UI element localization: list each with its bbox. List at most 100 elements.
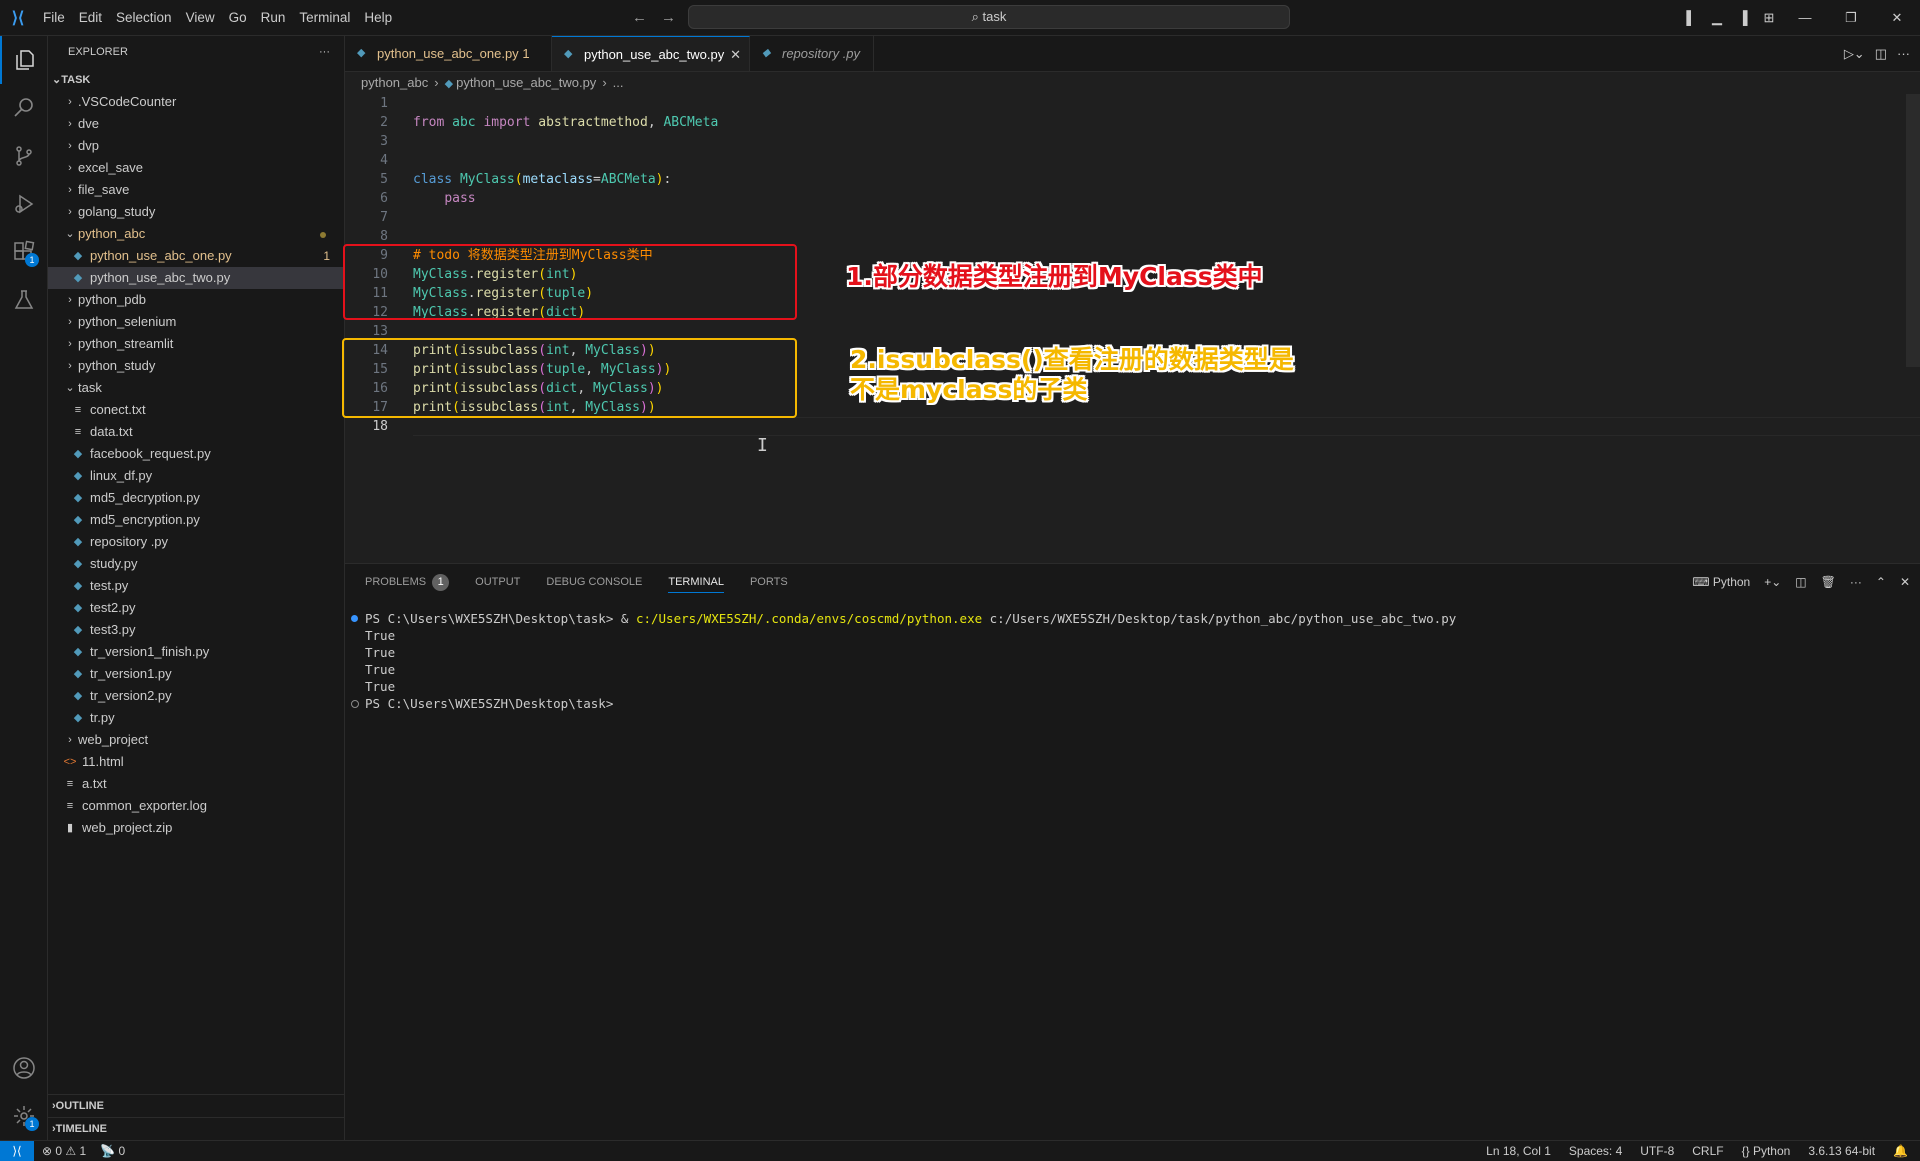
toggle-secondary-sidebar-icon[interactable]: ▐ [1730,10,1756,25]
folder-python-abc[interactable]: ⌄ python_abc [48,223,344,245]
close-panel-icon[interactable]: ✕ [1900,575,1910,589]
tab-python-use-abc-two[interactable]: ◆ python_use_abc_two.py ✕ [552,36,750,71]
menu-view[interactable]: View [179,0,222,35]
forward-arrow-icon[interactable]: → [661,9,676,26]
maximize-panel-icon[interactable]: ⌃ [1876,575,1886,589]
toggle-panel-icon[interactable]: ▁ [1704,10,1730,26]
remote-indicator-icon[interactable]: ⟩⟨ [0,1141,34,1161]
new-terminal-plus-icon[interactable]: +⌄ [1764,575,1781,589]
tab-python-use-abc-one[interactable]: ◆ python_use_abc_one.py 1 [345,36,552,71]
file-test[interactable]: ◆ test.py [48,575,344,597]
ports-status[interactable]: 📡 0 [100,1141,125,1161]
file-conect-txt[interactable]: ≡ conect.txt [48,399,344,421]
split-editor-icon[interactable]: ◫ [1875,46,1887,62]
file-study[interactable]: ◆ study.py [48,553,344,575]
extensions-icon[interactable]: 1 [0,228,47,276]
folder-excel-save[interactable]: › excel_save [48,157,344,179]
end-of-line[interactable]: CRLF [1692,1141,1723,1161]
file-linux-df[interactable]: ◆ linux_df.py [48,465,344,487]
file-tr-version1[interactable]: ◆ tr_version1.py [48,663,344,685]
file-test3[interactable]: ◆ test3.py [48,619,344,641]
restore-icon[interactable]: ❐ [1828,10,1874,26]
folder-file-save[interactable]: › file_save [48,179,344,201]
customize-layout-icon[interactable]: ⊞ [1756,10,1782,26]
menu-run[interactable]: Run [254,0,293,35]
folder-python-selenium[interactable]: › python_selenium [48,311,344,333]
manage-gear-icon[interactable]: 1 [0,1092,47,1140]
folder-python-pdb[interactable]: › python_pdb [48,289,344,311]
menu-help[interactable]: Help [357,0,399,35]
search-icon[interactable] [0,84,47,132]
more-actions-icon[interactable]: ··· [319,36,330,69]
file-md5-encryption[interactable]: ◆ md5_encryption.py [48,509,344,531]
account-icon[interactable] [0,1044,47,1092]
indentation[interactable]: Spaces: 4 [1569,1141,1622,1161]
more-actions-icon[interactable]: ··· [1850,575,1862,589]
run-debug-icon[interactable] [0,180,47,228]
file-web-project-zip[interactable]: ▮ web_project.zip [48,817,344,839]
timeline-section[interactable]: ›TIMELINE [48,1117,344,1140]
file-data-txt[interactable]: ≡ data.txt [48,421,344,443]
close-window-icon[interactable]: ✕ [1874,10,1920,26]
run-python-file-icon[interactable]: ▷⌄ [1844,46,1865,62]
file-tr-version2[interactable]: ◆ tr_version2.py [48,685,344,707]
tab-repository[interactable]: ◆ repository .py [750,36,874,71]
notifications-bell-icon[interactable]: 🔔 [1893,1141,1908,1161]
file-python-use-abc-two[interactable]: ◆ python_use_abc_two.py [48,267,344,289]
tab-debug-console[interactable]: DEBUG CONSOLE [546,576,642,588]
folder-task[interactable]: ⌄ task [48,377,344,399]
close-tab-icon[interactable]: ✕ [730,37,741,72]
file-facebook-request[interactable]: ◆ facebook_request.py [48,443,344,465]
file-tr-version1-finish[interactable]: ◆ tr_version1_finish.py [48,641,344,663]
python-interpreter[interactable]: 3.6.13 64-bit [1808,1141,1875,1161]
breadcrumb-folder[interactable]: python_abc [361,75,428,90]
cursor-position[interactable]: Ln 18, Col 1 [1486,1141,1551,1161]
file-tr[interactable]: ◆ tr.py [48,707,344,729]
breadcrumb-file[interactable]: python_use_abc_two.py [456,75,596,90]
code-editor[interactable]: 1 2 from abc import abstractmethod, ABCMe… [345,94,1920,559]
tab-terminal[interactable]: TERMINAL [668,571,724,593]
explorer-icon[interactable] [0,36,47,84]
menu-terminal[interactable]: Terminal [292,0,357,35]
command-center-search[interactable]: ⌕ task [688,5,1290,29]
trash-icon[interactable]: 🗑 [1821,575,1836,589]
problems-status[interactable]: ⊗ 0 ⚠ 1 [42,1141,86,1161]
tab-problems[interactable]: PROBLEMS 1 [365,573,450,591]
folder-golang-study[interactable]: › golang_study [48,201,344,223]
more-actions-icon[interactable]: ··· [1897,46,1910,61]
file-a-txt[interactable]: ≡ a.txt [48,773,344,795]
file-python-use-abc-one[interactable]: ◆ python_use_abc_one.py 1 [48,245,344,267]
terminal-output[interactable]: PS C:\Users\WXE5SZH\Desktop\task> & c:/U… [345,610,1456,712]
tab-ports[interactable]: PORTS [750,576,788,588]
file-common-exporter-log[interactable]: ≡ common_exporter.log [48,795,344,817]
folder-python-streamlit[interactable]: › python_streamlit [48,333,344,355]
file-md5-decryption[interactable]: ◆ md5_decryption.py [48,487,344,509]
workspace-root-task[interactable]: ⌄TASK [48,69,344,91]
file-repository[interactable]: ◆ repository .py [48,531,344,553]
split-terminal-icon[interactable]: ◫ [1795,575,1806,589]
source-control-icon[interactable] [0,132,47,180]
file-11-html[interactable]: <> 11.html [48,751,344,773]
menu-selection[interactable]: Selection [109,0,179,35]
tab-output[interactable]: OUTPUT [475,576,520,588]
problem-count: 1 [323,249,330,263]
terminal-profile[interactable]: ⌨ Python [1692,575,1750,589]
menu-go[interactable]: Go [222,0,254,35]
folder-dve[interactable]: › dve [48,113,344,135]
folder-python-study[interactable]: › python_study [48,355,344,377]
menu-edit[interactable]: Edit [72,0,109,35]
folder-web-project[interactable]: › web_project [48,729,344,751]
folder-dvp[interactable]: › dvp [48,135,344,157]
encoding[interactable]: UTF-8 [1640,1141,1674,1161]
menu-file[interactable]: File [36,0,72,35]
toggle-primary-sidebar-icon[interactable]: ▌ [1678,10,1704,25]
folder-vscodecounter[interactable]: › .VSCodeCounter [48,91,344,113]
back-arrow-icon[interactable]: ← [632,9,647,26]
editor-scrollbar[interactable] [1906,94,1920,367]
testing-flask-icon[interactable] [0,276,47,324]
minimize-icon[interactable]: — [1782,10,1828,25]
language-mode[interactable]: {} Python [1742,1141,1791,1161]
breadcrumb-more[interactable]: ... [613,75,624,90]
outline-section[interactable]: ›OUTLINE [48,1094,344,1117]
file-test2[interactable]: ◆ test2.py [48,597,344,619]
